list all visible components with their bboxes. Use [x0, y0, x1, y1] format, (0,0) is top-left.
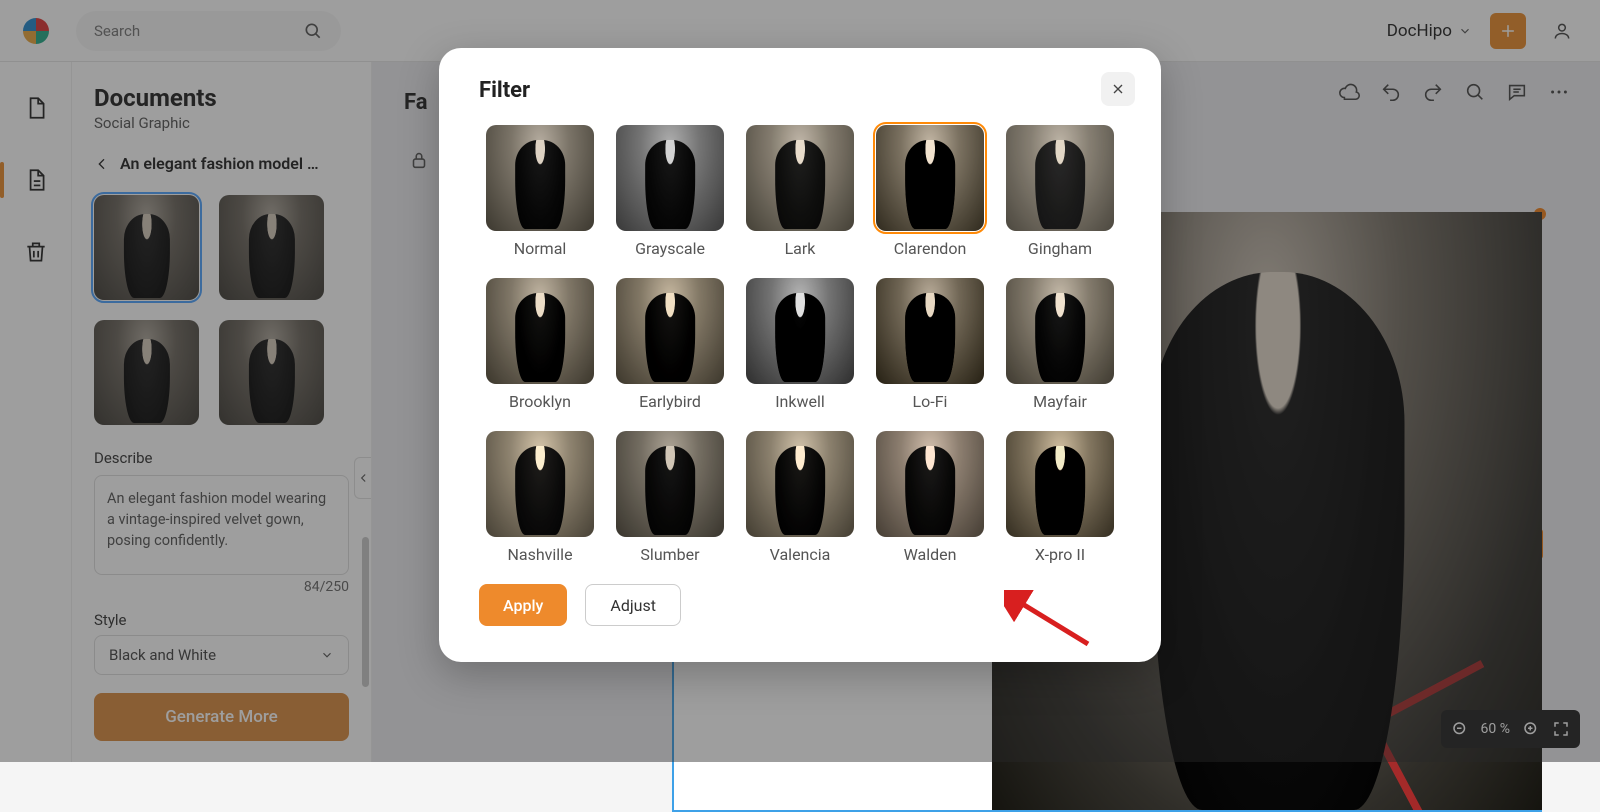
filter-slumber[interactable]: Slumber — [616, 431, 724, 574]
filter-label: Gingham — [1028, 239, 1092, 258]
filter-mayfair[interactable]: Mayfair — [1006, 278, 1114, 421]
filter-valencia[interactable]: Valencia — [746, 431, 854, 574]
filter-brooklyn[interactable]: Brooklyn — [486, 278, 594, 421]
close-button[interactable] — [1101, 72, 1135, 106]
filter-preview — [616, 278, 724, 384]
filter-preview — [616, 431, 724, 537]
filter-preview — [486, 431, 594, 537]
filter-inkwell[interactable]: Inkwell — [746, 278, 854, 421]
filter-modal: Filter Normal Grayscale Lark Clarendon Gingh… — [439, 48, 1161, 662]
filter-lark[interactable]: Lark — [746, 125, 854, 268]
filter-nashville[interactable]: Nashville — [486, 431, 594, 574]
filter-preview — [1006, 125, 1114, 231]
filter-label: X-pro II — [1035, 545, 1085, 564]
filter-label: Lark — [785, 239, 816, 258]
filter-label: Inkwell — [775, 392, 825, 411]
filter-label: Nashville — [507, 545, 572, 564]
filter-label: Grayscale — [635, 239, 705, 258]
filter-preview — [486, 278, 594, 384]
filter-preview — [746, 125, 854, 231]
filter-label: Clarendon — [894, 239, 967, 258]
filter-preview — [616, 125, 724, 231]
adjust-button[interactable]: Adjust — [585, 584, 681, 626]
filter-label: Earlybird — [639, 392, 701, 411]
filter-label: Valencia — [770, 545, 831, 564]
close-icon — [1110, 81, 1126, 97]
filter-normal[interactable]: Normal — [486, 125, 594, 268]
filter-label: Mayfair — [1033, 392, 1087, 411]
filter-preview — [1006, 278, 1114, 384]
filter-x-pro-ii[interactable]: X-pro II — [1006, 431, 1114, 574]
modal-overlay[interactable]: Filter Normal Grayscale Lark Clarendon Gingh… — [0, 0, 1600, 762]
filter-preview — [876, 125, 984, 231]
filter-lo-fi[interactable]: Lo-Fi — [876, 278, 984, 421]
filter-clarendon[interactable]: Clarendon — [876, 125, 984, 268]
filter-earlybird[interactable]: Earlybird — [616, 278, 724, 421]
filter-preview — [1006, 431, 1114, 537]
filter-label: Normal — [514, 239, 567, 258]
filter-preview — [876, 431, 984, 537]
modal-title: Filter — [479, 78, 1121, 103]
filter-grid: Normal Grayscale Lark Clarendon Gingham Brook… — [479, 125, 1121, 574]
filter-preview — [486, 125, 594, 231]
filter-label: Slumber — [640, 545, 699, 564]
filter-preview — [746, 278, 854, 384]
filter-label: Brooklyn — [509, 392, 571, 411]
apply-button[interactable]: Apply — [479, 584, 567, 626]
filter-grayscale[interactable]: Grayscale — [616, 125, 724, 268]
filter-preview — [876, 278, 984, 384]
filter-preview — [746, 431, 854, 537]
filter-gingham[interactable]: Gingham — [1006, 125, 1114, 268]
filter-label: Lo-Fi — [913, 392, 948, 411]
filter-label: Walden — [904, 545, 957, 564]
filter-walden[interactable]: Walden — [876, 431, 984, 574]
